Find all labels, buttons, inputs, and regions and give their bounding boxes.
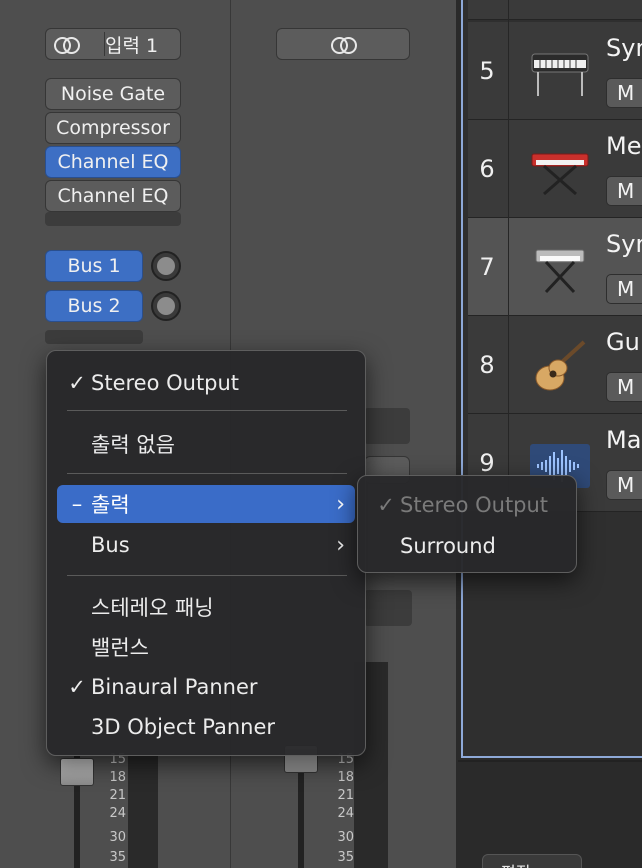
track-name[interactable]: Gui [606,328,642,356]
menu-item-bus[interactable]: Bus › [57,526,355,564]
menu-item-label: 출력 [91,493,130,517]
track-number: 8 [479,351,495,379]
mute-button[interactable]: M [606,176,642,206]
track-name[interactable]: Syn [606,230,642,258]
menu-item-no-output[interactable]: 출력 없음 [57,425,355,463]
menu-separator [67,575,347,576]
fader-scale-18: 18 [109,770,126,785]
edit-tab[interactable]: 편집 [482,854,582,868]
menu-item-3d-object-panner[interactable]: 3D Object Panner [57,708,355,746]
menu-item-label: 스테레오 패닝 [91,596,214,620]
track-row[interactable]: 5 Syn M [468,22,642,120]
menu-item-balance[interactable]: 밸런스 [57,628,355,666]
send-bus-1-button[interactable]: Bus 1 [45,250,143,282]
track-row[interactable]: 6 Mel M [468,120,642,218]
submenu-item-label: Surround [400,534,496,558]
track-name[interactable]: Syn [606,34,642,62]
mute-button[interactable]: M [606,274,642,304]
dash-icon: – [71,492,83,516]
chevron-right-icon: › [336,532,345,558]
send-bus-2-button[interactable]: Bus 2 [45,290,143,322]
track-number: 7 [479,253,495,281]
plugin-slot-compressor[interactable]: Compressor [45,112,181,144]
track-row[interactable]: 8 Gui M [468,316,642,414]
mute-button[interactable]: M [606,78,642,108]
fader-scale-30: 30 [337,830,354,845]
checkmark-icon: ✓ [68,675,86,699]
link-icon [53,36,80,54]
input-link-button-2[interactable] [276,28,410,60]
track-number: 6 [479,155,495,183]
track-name[interactable]: Mas [606,426,642,454]
menu-separator [67,410,347,411]
menu-separator [67,473,347,474]
mute-button[interactable]: M [606,372,642,402]
mute-button[interactable]: M [606,470,642,500]
fader-scale-35: 35 [109,850,126,865]
track-name[interactable]: Mel [606,132,642,160]
submenu-item-stereo-output: ✓ Stereo Output [368,487,568,523]
fader-scale-24: 24 [337,806,354,821]
fader-scale-21: 21 [337,788,354,803]
send-level-knob-2[interactable] [151,291,181,321]
menu-item-stereo-output[interactable]: ✓ Stereo Output [57,364,355,402]
menu-item-label: 밸런스 [91,636,149,660]
fader-scale-18: 18 [337,770,354,785]
red-keyboard-icon [531,153,589,196]
input-button[interactable]: 입력 1 [45,28,181,60]
link-icon [330,36,357,54]
plugin-slot-channel-eq-active[interactable]: Channel EQ [45,146,181,178]
checkmark-icon: ✓ [377,493,395,517]
menu-item-stereo-panning[interactable]: 스테레오 패닝 [57,588,355,626]
menu-item-label: Stereo Output [91,371,240,395]
fader-scale-24: 24 [109,806,126,821]
output-context-menu: ✓ Stereo Output 출력 없음 – 출력 › Bus › 스테레오 … [46,350,366,756]
send-empty-slot[interactable] [45,330,143,344]
menu-item-label: 3D Object Panner [91,715,276,739]
fader-scale-35: 35 [337,850,354,865]
fader-scale-21: 21 [109,788,126,803]
send-level-knob-1[interactable] [151,251,181,281]
fader-scale-30: 30 [109,830,126,845]
volume-fader-1[interactable] [60,758,94,786]
checkmark-icon: ✓ [68,371,86,395]
plugin-slot-channel-eq[interactable]: Channel EQ [45,180,181,212]
output-submenu: ✓ Stereo Output Surround [357,475,577,573]
chevron-right-icon: › [336,491,345,517]
menu-item-output[interactable]: – 출력 › [57,485,355,523]
plugin-empty-slot[interactable] [45,212,181,226]
fader-meter-1 [128,755,158,868]
strip-2-slot [364,408,410,444]
plugin-slot-noise-gate[interactable]: Noise Gate [45,78,181,110]
synth-keyboard-icon [535,249,585,294]
menu-item-label: Binaural Panner [91,675,258,699]
track-row-selected[interactable]: 7 Syn M [468,218,642,316]
track-list-frame: 5 Syn M 6 Mel M 7 [461,0,642,758]
submenu-item-label: Stereo Output [400,493,549,517]
track-row-partial[interactable] [468,0,642,22]
menu-item-label: 출력 없음 [91,433,175,457]
menu-item-label: Bus [91,533,130,557]
menu-item-binaural-panner[interactable]: ✓ Binaural Panner [57,668,355,706]
track-list-panel: 5 Syn M 6 Mel M 7 [458,0,642,868]
strip-2-pan-slot [364,590,412,626]
acoustic-guitar-icon [535,340,586,391]
input-label: 입력 1 [105,34,159,57]
electric-piano-icon [531,53,589,96]
submenu-item-surround[interactable]: Surround [368,528,568,564]
track-number: 5 [479,57,495,85]
